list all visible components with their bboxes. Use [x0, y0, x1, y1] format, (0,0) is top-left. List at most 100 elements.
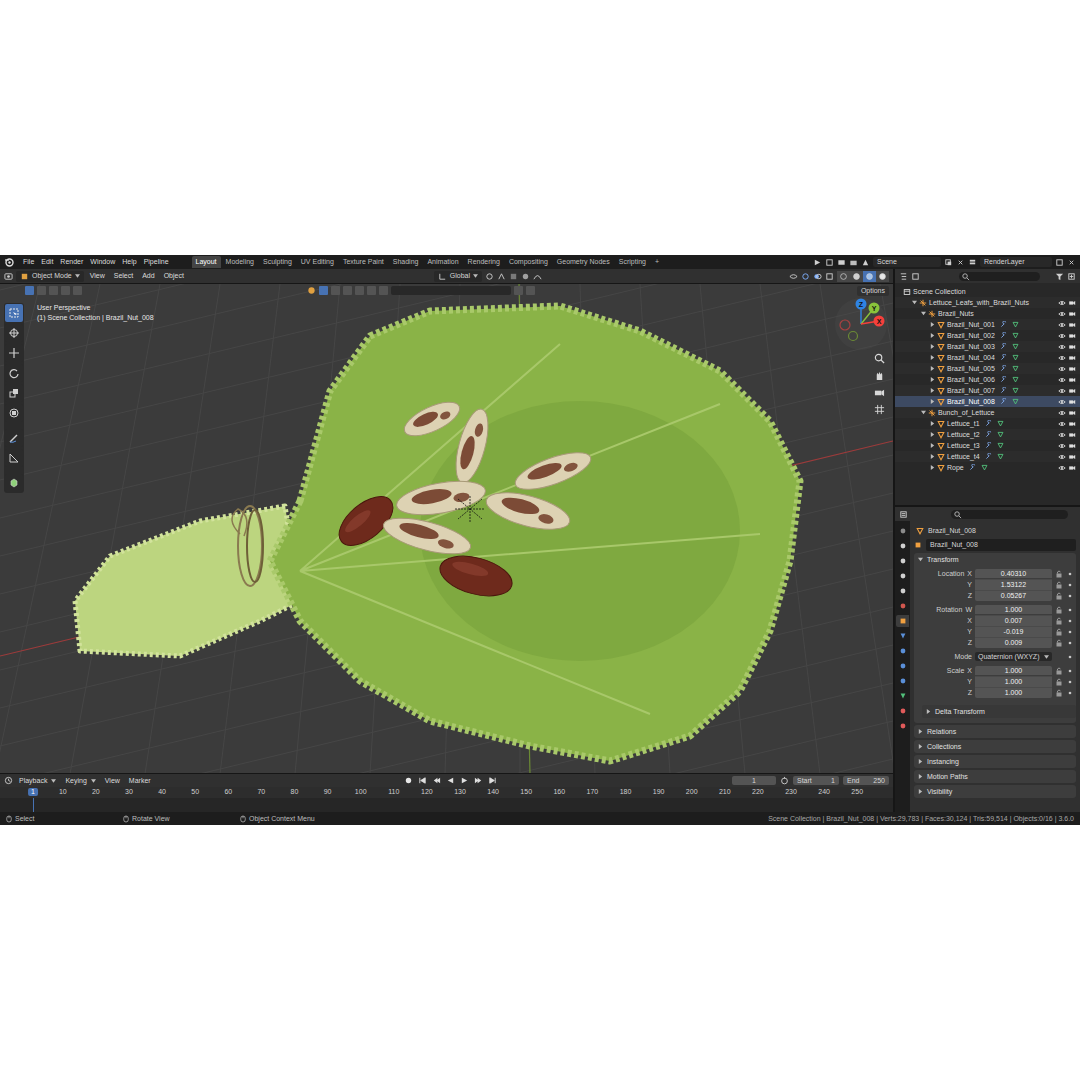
workspace-tab[interactable]: UV Editing	[297, 256, 338, 268]
lock-icon[interactable]	[1055, 639, 1063, 647]
number-field[interactable]: 1.000	[975, 687, 1052, 698]
shading-button[interactable]	[876, 271, 889, 282]
color-wheel-icon[interactable]	[307, 286, 316, 295]
eye-icon[interactable]	[1058, 409, 1066, 417]
eye-icon[interactable]	[1058, 343, 1066, 351]
modifier-wrench-icon[interactable]	[969, 464, 976, 471]
collapsed-arrow-icon[interactable]	[930, 355, 935, 360]
next-keyframe-icon[interactable]	[474, 776, 483, 785]
grid-icon[interactable]	[874, 404, 885, 415]
lock-icon[interactable]	[1055, 581, 1063, 589]
world-tab[interactable]	[896, 600, 909, 612]
keyframe-dot-icon[interactable]	[1066, 570, 1074, 578]
workspace-tab[interactable]: Shading	[389, 256, 423, 268]
eye-icon[interactable]	[1058, 442, 1066, 450]
number-field[interactable]: 1.000	[975, 605, 1052, 615]
outliner-item[interactable]: Brazil_Nut_005	[895, 363, 1080, 374]
outliner-item[interactable]: Bunch_of_Lettuce	[895, 407, 1080, 418]
texture-tab[interactable]	[896, 720, 909, 732]
mesh-data-icon[interactable]	[997, 420, 1004, 427]
axis-handle[interactable]	[856, 299, 867, 310]
timeline-menu[interactable]: Keying	[62, 776, 98, 786]
keyframe-dot-icon[interactable]	[1066, 628, 1074, 636]
filter-button[interactable]	[343, 286, 352, 295]
eye-icon[interactable]	[1058, 453, 1066, 461]
outliner-item[interactable]: Lettuce_t4	[895, 451, 1080, 462]
modifier-wrench-icon[interactable]	[1000, 398, 1007, 405]
lock-icon[interactable]	[1055, 689, 1063, 697]
options-dropdown[interactable]: Options	[857, 286, 889, 296]
modifier-wrench-icon[interactable]	[1000, 343, 1007, 350]
filter-button[interactable]	[319, 286, 328, 295]
modifier-wrench-icon[interactable]	[1000, 321, 1007, 328]
number-field[interactable]: 0.007	[975, 615, 1052, 626]
panel-header[interactable]: Instancing	[914, 755, 1076, 768]
collapsed-arrow-icon[interactable]	[930, 333, 935, 338]
collapsed-arrow-icon[interactable]	[930, 432, 935, 437]
render-camera-icon[interactable]	[1068, 343, 1076, 351]
number-field[interactable]: 0.009	[975, 637, 1052, 648]
filter-button[interactable]	[367, 286, 376, 295]
subpanel-header[interactable]: Delta Transform	[922, 705, 1076, 718]
measure-tool[interactable]	[5, 449, 23, 467]
collapsed-arrow-icon[interactable]	[930, 443, 935, 448]
timeline-menu[interactable]: View	[102, 776, 123, 786]
shading-button[interactable]	[863, 271, 876, 282]
viewport-menu[interactable]: Object	[161, 271, 187, 281]
shading-button[interactable]	[850, 271, 863, 282]
camera-icon[interactable]	[874, 387, 885, 398]
menu-item[interactable]: Edit	[38, 257, 56, 267]
panel-header[interactable]: Visibility	[914, 785, 1076, 798]
outliner-item[interactable]: Brazil_Nut_006	[895, 374, 1080, 385]
menu-item[interactable]: Pipeline	[141, 257, 172, 267]
render-camera-icon[interactable]	[1068, 332, 1076, 340]
mesh-data-icon[interactable]	[997, 431, 1004, 438]
number-field[interactable]: 0.05267	[975, 590, 1052, 601]
scale-tool[interactable]	[5, 384, 23, 402]
workspace-tab[interactable]: Rendering	[464, 256, 504, 268]
jump-start-icon[interactable]	[418, 776, 427, 785]
shading-button[interactable]	[837, 271, 850, 282]
properties-search[interactable]	[951, 510, 1068, 519]
mesh-data-icon[interactable]	[997, 442, 1004, 449]
lock-icon[interactable]	[1055, 570, 1063, 578]
view-layer-field[interactable]: RenderLayer	[980, 257, 1052, 267]
outliner-editor-icon[interactable]	[899, 272, 908, 281]
axis-handle[interactable]	[874, 316, 885, 327]
eye-icon[interactable]	[1058, 321, 1066, 329]
add-tool[interactable]	[5, 474, 23, 492]
eye-icon[interactable]	[1058, 464, 1066, 472]
scene-field[interactable]: Scene	[873, 257, 941, 267]
outliner-item[interactable]: Lettuce_Leafs_with_Brazil_Nuts	[895, 297, 1080, 308]
outliner-item[interactable]: Brazil_Nut_001	[895, 319, 1080, 330]
record-icon[interactable]	[404, 776, 413, 785]
visibility-icon[interactable]	[789, 272, 798, 281]
filter-button[interactable]	[355, 286, 364, 295]
scene-icon[interactable]	[861, 258, 870, 267]
render-camera-icon[interactable]	[1068, 398, 1076, 406]
overlay-icon[interactable]	[813, 272, 822, 281]
modifier-wrench-icon[interactable]	[985, 453, 992, 460]
mesh-data-icon[interactable]	[1012, 376, 1019, 383]
mesh-data-icon[interactable]	[981, 464, 988, 471]
outliner-item[interactable]: Brazil_Nut_002	[895, 330, 1080, 341]
3d-viewport[interactable]: Options User Perspective (1) Scene Colle…	[0, 284, 893, 773]
copy-layer-icon[interactable]	[1055, 258, 1064, 267]
render-tab[interactable]	[896, 540, 909, 552]
filter-button[interactable]	[379, 286, 388, 295]
render-camera-icon[interactable]	[1068, 431, 1076, 439]
render-camera-icon[interactable]	[1068, 299, 1076, 307]
number-field[interactable]: 1.000	[975, 676, 1052, 687]
modifier-wrench-icon[interactable]	[985, 442, 992, 449]
keyframe-dot-icon[interactable]	[1066, 581, 1074, 589]
render-camera-icon[interactable]	[1068, 365, 1076, 373]
render-camera-icon[interactable]	[1068, 409, 1076, 417]
menu-item[interactable]: Render	[57, 257, 86, 267]
hand-icon[interactable]	[874, 370, 885, 381]
mesh-data-icon[interactable]	[1012, 332, 1019, 339]
end-frame-field[interactable]: End250	[843, 776, 889, 786]
lock-icon[interactable]	[1055, 628, 1063, 636]
play-reverse-icon[interactable]	[446, 776, 455, 785]
outliner-item[interactable]: Rope	[895, 462, 1080, 473]
current-frame-field[interactable]: 1	[732, 776, 776, 786]
